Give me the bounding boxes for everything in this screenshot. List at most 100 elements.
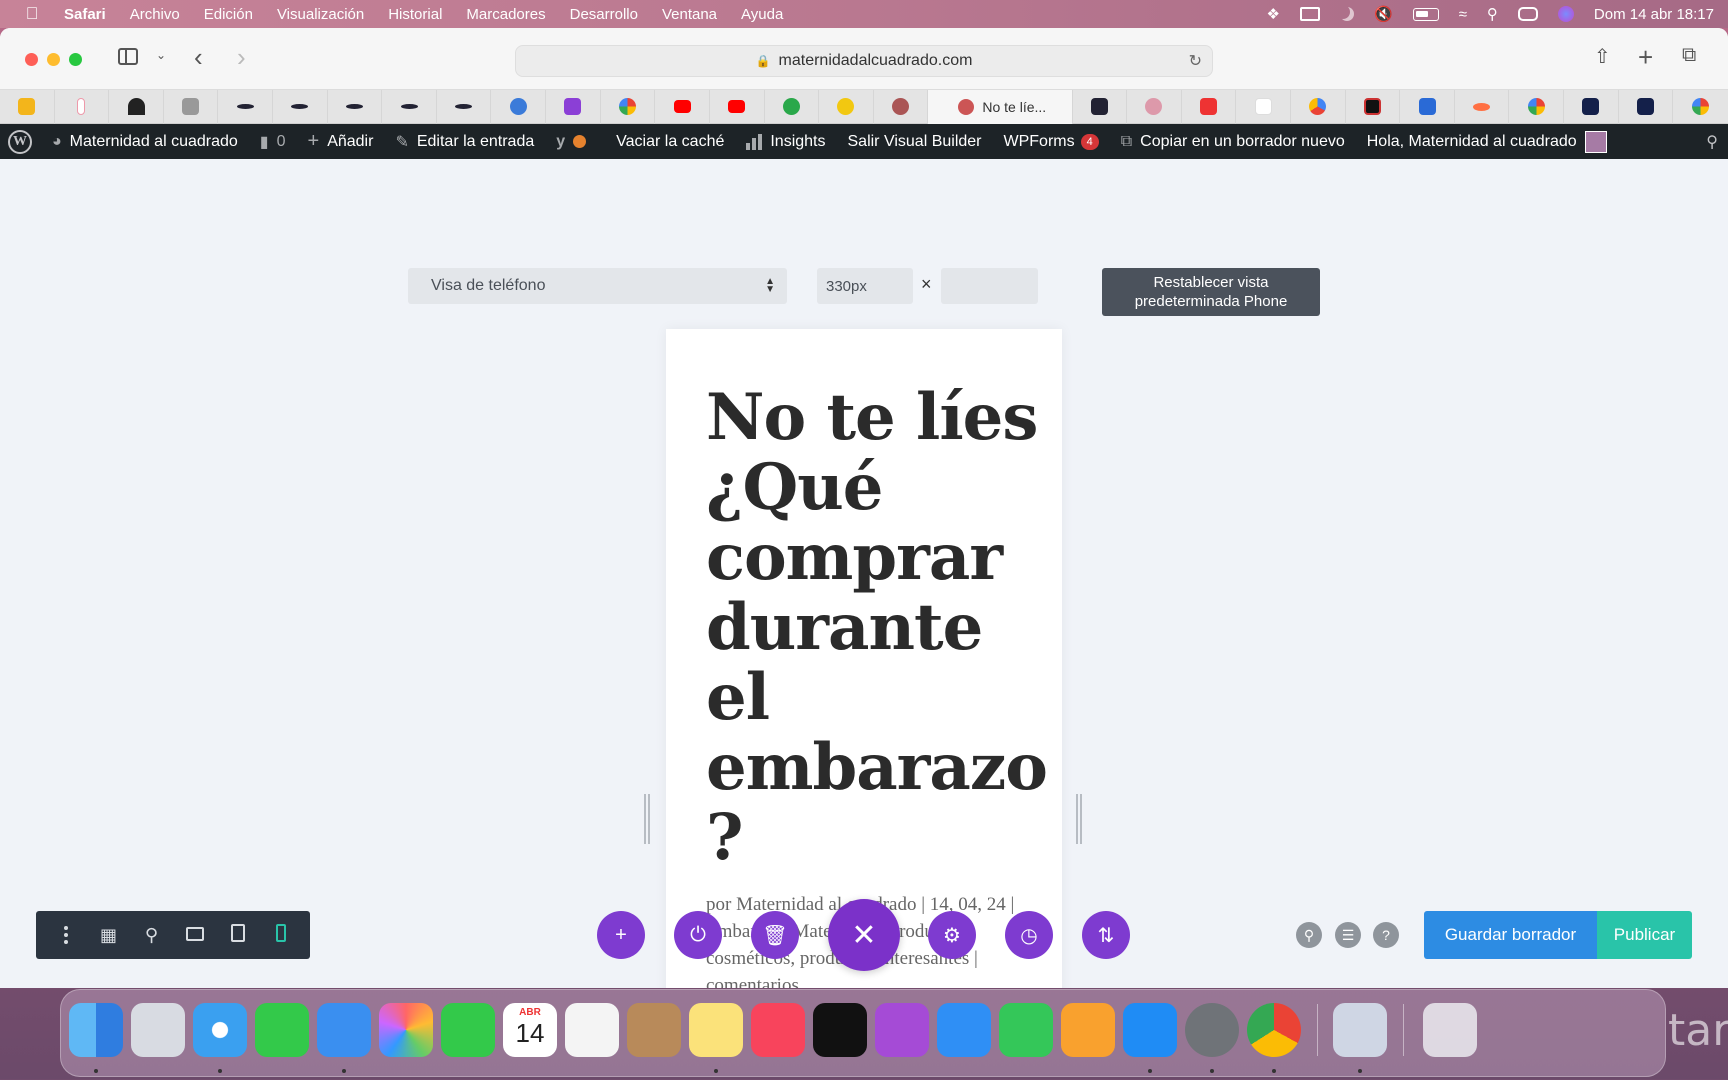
pinned-tab[interactable] [218,89,274,124]
admin-search-icon[interactable]: ⚲ [1706,132,1718,152]
menu-ayuda[interactable]: Ayuda [741,6,783,23]
pinned-tab[interactable] [273,89,328,124]
pinned-tab[interactable] [109,89,164,124]
power-button[interactable]: ⏻ [674,911,722,959]
forward-arrow-icon[interactable]: › [237,42,246,73]
zoom-window-button[interactable] [69,53,82,66]
search-help-icon[interactable]: ⚲ [1296,922,1322,948]
help-icon[interactable]: ? [1373,922,1399,948]
view-mode-select[interactable]: Visa de teléfono ▲ ▼ [408,268,787,304]
mail-icon[interactable] [317,1003,371,1057]
admin-clear-cache[interactable]: Vaciar la caché [616,133,724,151]
admin-edit-post[interactable]: ✎ Editar la entrada [395,132,534,152]
preview-height-input[interactable] [941,268,1038,304]
trash-button[interactable]: 🗑 [751,911,799,959]
admin-copy-draft[interactable]: ⧉ Copiar en un borrador nuevo [1121,133,1345,151]
messages-icon[interactable] [255,1003,309,1057]
pinned-tab[interactable] [0,89,55,124]
finder-icon[interactable] [69,1003,123,1057]
pinned-tab[interactable] [1182,89,1237,124]
notes-icon[interactable] [689,1003,743,1057]
menu-edicion[interactable]: Edición [204,6,253,23]
pinned-tab[interactable] [601,89,656,124]
zoom-icon[interactable]: ⚲ [140,925,164,946]
address-bar[interactable]: 🔒 maternidadalcuadrado.com ↻ [515,45,1213,77]
apple-tv-icon[interactable] [813,1003,867,1057]
pages-icon[interactable] [1061,1003,1115,1057]
pinned-tab[interactable] [819,89,874,124]
tab-overview-icon[interactable]: ⧉ [1682,44,1696,67]
admin-account[interactable]: Hola, Maternidad al cuadrado [1367,130,1607,153]
back-arrow-icon[interactable]: ‹ [194,42,203,73]
pinned-tab[interactable] [874,89,929,124]
close-builder-button[interactable]: ✕ [828,899,900,971]
page-settings-button[interactable]: ⚙ [928,911,976,959]
new-tab-plus-icon[interactable]: + [1638,42,1653,73]
tablet-view-icon[interactable] [226,923,250,947]
save-draft-button[interactable]: Guardar borrador [1424,911,1597,959]
publish-button[interactable]: Publicar [1597,911,1692,959]
sidebar-toggle-icon[interactable] [118,48,138,65]
menu-marcadores[interactable]: Marcadores [466,6,545,23]
pinned-tab[interactable] [382,89,437,124]
pinned-tab[interactable] [1400,89,1455,124]
wordpress-logo-icon[interactable]: W [8,129,32,154]
layers-icon[interactable]: ☰ [1335,922,1361,948]
pinned-tab[interactable] [1673,90,1728,124]
safari-icon[interactable] [193,1003,247,1057]
pinned-tab[interactable] [1509,89,1565,124]
minimize-window-button[interactable] [47,53,60,66]
spotlight-search-icon[interactable]: ⚲ [1487,5,1498,23]
contacts-icon[interactable] [627,1003,681,1057]
pinned-tab[interactable] [1346,89,1401,124]
pinned-tab[interactable] [655,89,710,124]
menu-app-safari[interactable]: Safari [64,6,106,23]
menu-desarrollo[interactable]: Desarrollo [570,6,638,23]
desktop-view-icon[interactable] [183,925,207,946]
pinned-tab[interactable] [1291,89,1346,124]
pinned-tab[interactable] [710,89,765,124]
numbers-icon[interactable] [999,1003,1053,1057]
history-button[interactable]: ◷ [1005,911,1053,959]
pinned-tab[interactable] [1564,89,1619,124]
music-icon[interactable] [751,1003,805,1057]
menubar-datetime[interactable]: Dom 14 abr 18:17 [1594,6,1714,23]
pinned-tab[interactable] [491,89,547,124]
chrome-icon[interactable] [1247,1003,1301,1057]
post-title[interactable]: No te líes ¿Qué comprar durante el embar… [666,329,1062,873]
pinned-tab[interactable] [1236,89,1291,124]
reload-icon[interactable]: ↻ [1189,51,1202,71]
mute-icon[interactable]: 🔇 [1374,5,1393,23]
menu-ventana[interactable]: Ventana [662,6,717,23]
wireframe-view-icon[interactable]: ▦ [97,925,121,946]
screen-mirroring-icon[interactable] [1300,7,1320,21]
reminders-icon[interactable] [565,1003,619,1057]
pinned-tab[interactable] [1073,89,1128,124]
preview-icon[interactable] [1333,1003,1387,1057]
calendar-icon[interactable]: ABR 14 [503,1003,557,1057]
active-tab[interactable]: No te líe... [928,89,1073,124]
portability-button[interactable]: ⇅ [1082,911,1130,959]
battery-icon[interactable] [1412,7,1439,21]
pinned-tab[interactable] [1455,89,1510,124]
dropbox-icon[interactable]: ❖ [1267,5,1280,23]
trash-icon[interactable] [1423,1003,1477,1057]
menu-historial[interactable]: Historial [388,6,442,23]
admin-wpforms[interactable]: WPForms 4 [1004,133,1099,151]
share-icon[interactable]: ⇧ [1594,44,1611,69]
launchpad-icon[interactable] [131,1003,185,1057]
admin-site-name[interactable]: ◕ Maternidad al cuadrado [52,133,238,151]
siri-icon[interactable] [1557,6,1574,22]
keynote-icon[interactable] [937,1003,991,1057]
close-window-button[interactable] [25,53,38,66]
control-center-icon[interactable] [1517,7,1538,21]
resize-handle-right[interactable] [1076,794,1082,844]
photos-icon[interactable] [379,1003,433,1057]
pinned-tab[interactable] [1127,89,1182,124]
pinned-tab[interactable] [164,89,219,124]
admin-add-new[interactable]: + Añadir [308,130,374,153]
reset-phone-view-button[interactable]: Restablecer vista predeterminada Phone [1102,268,1320,316]
add-module-button[interactable]: + [597,911,645,959]
resize-handle-left[interactable] [644,794,650,844]
more-options-icon[interactable] [54,926,78,944]
